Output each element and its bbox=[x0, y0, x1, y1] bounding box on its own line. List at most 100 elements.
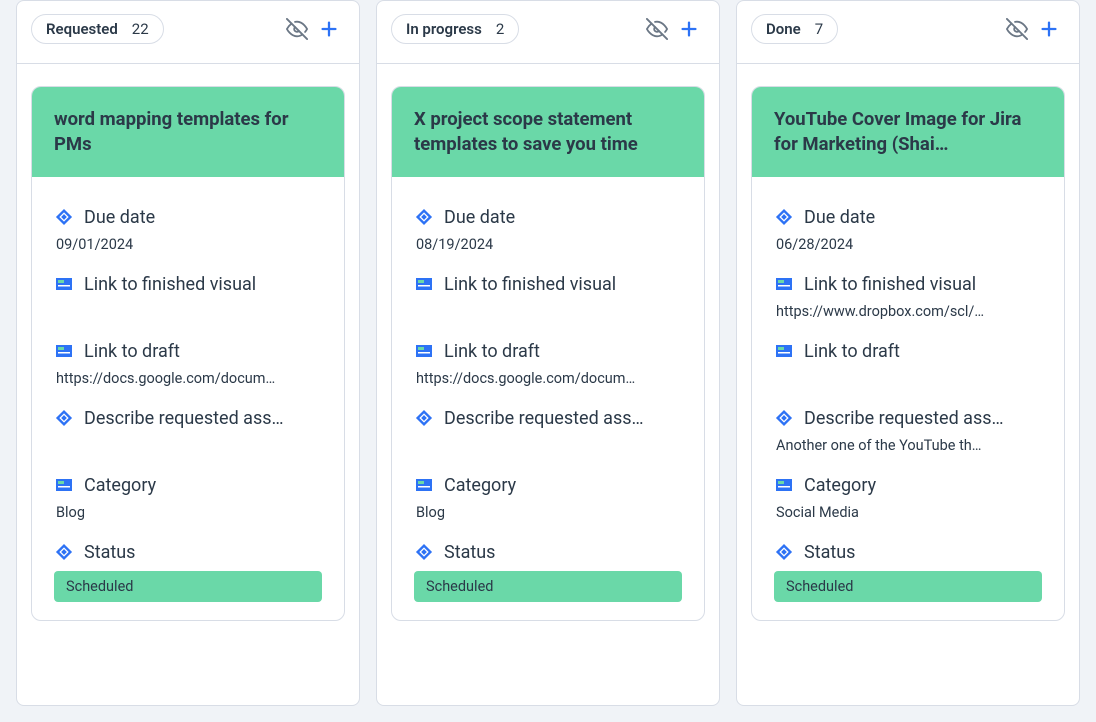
field-status: Status Scheduled bbox=[414, 542, 682, 602]
field-label: Link to finished visual bbox=[444, 274, 616, 295]
field-describe: Describe requested ass… bbox=[414, 408, 682, 455]
eye-off-icon bbox=[646, 18, 668, 40]
field-label: Due date bbox=[84, 207, 155, 228]
eye-off-icon bbox=[286, 18, 308, 40]
field-value-category: Blog bbox=[54, 504, 322, 522]
document-icon bbox=[54, 475, 74, 495]
field-link-draft: Link to draft bbox=[774, 341, 1042, 388]
document-icon bbox=[54, 274, 74, 294]
field-due-date: Due date 08/19/2024 bbox=[414, 207, 682, 254]
diamond-icon bbox=[54, 207, 74, 227]
field-due-date: Due date 06/28/2024 bbox=[774, 207, 1042, 254]
field-label: Status bbox=[84, 542, 135, 563]
field-label: Category bbox=[804, 475, 876, 496]
field-link-draft: Link to draft https://docs.google.com/do… bbox=[54, 341, 322, 388]
field-label: Describe requested ass… bbox=[84, 408, 284, 429]
field-value-category: Social Media bbox=[774, 504, 1042, 522]
column-name: Done bbox=[766, 20, 801, 38]
field-label: Describe requested ass… bbox=[444, 408, 644, 429]
field-due-date: Due date 09/01/2024 bbox=[54, 207, 322, 254]
diamond-icon bbox=[774, 408, 794, 428]
document-icon bbox=[774, 475, 794, 495]
card-title-bar: YouTube Cover Image for Jira for Marketi… bbox=[752, 87, 1064, 177]
field-label: Due date bbox=[444, 207, 515, 228]
card-body: Due date 06/28/2024 Link to finished vis… bbox=[752, 177, 1064, 620]
diamond-icon bbox=[414, 408, 434, 428]
add-card-button[interactable] bbox=[313, 13, 345, 45]
card-title: word mapping templates for PMs bbox=[54, 107, 322, 157]
field-status: Status Scheduled bbox=[54, 542, 322, 602]
add-card-button[interactable] bbox=[1033, 13, 1065, 45]
field-link-visual: Link to finished visual https://www.drop… bbox=[774, 274, 1042, 321]
field-value-link-visual bbox=[414, 303, 682, 321]
column-header: Requested 22 bbox=[17, 1, 359, 64]
card-title: YouTube Cover Image for Jira for Marketi… bbox=[774, 107, 1042, 157]
plus-icon bbox=[1038, 18, 1060, 40]
field-describe: Describe requested ass… bbox=[54, 408, 322, 455]
card[interactable]: word mapping templates for PMs Due date … bbox=[31, 86, 345, 621]
hide-column-button[interactable] bbox=[281, 13, 313, 45]
column-requested: Requested 22 word mapping templates for … bbox=[16, 0, 360, 706]
field-value-link-draft: https://docs.google.com/docum… bbox=[54, 370, 322, 388]
diamond-icon bbox=[54, 542, 74, 562]
field-link-draft: Link to draft https://docs.google.com/do… bbox=[414, 341, 682, 388]
card-title-bar: X project scope statement templates to s… bbox=[392, 87, 704, 177]
add-card-button[interactable] bbox=[673, 13, 705, 45]
document-icon bbox=[414, 475, 434, 495]
field-status: Status Scheduled bbox=[774, 542, 1042, 602]
field-label: Link to draft bbox=[84, 341, 180, 362]
field-label: Status bbox=[804, 542, 855, 563]
column-body: YouTube Cover Image for Jira for Marketi… bbox=[737, 64, 1079, 705]
field-value-describe: Another one of the YouTube th… bbox=[774, 437, 1042, 455]
card-title: X project scope statement templates to s… bbox=[414, 107, 682, 157]
field-label: Status bbox=[444, 542, 495, 563]
field-value-due-date: 08/19/2024 bbox=[414, 236, 682, 254]
column-pill-done[interactable]: Done 7 bbox=[751, 14, 838, 44]
field-label: Link to finished visual bbox=[804, 274, 976, 295]
field-value-due-date: 09/01/2024 bbox=[54, 236, 322, 254]
column-name: Requested bbox=[46, 20, 118, 38]
field-label: Category bbox=[84, 475, 156, 496]
field-value-describe bbox=[54, 437, 322, 455]
field-category: Category Blog bbox=[54, 475, 322, 522]
column-name: In progress bbox=[406, 20, 482, 38]
column-count: 7 bbox=[815, 20, 823, 38]
hide-column-button[interactable] bbox=[1001, 13, 1033, 45]
column-count: 2 bbox=[496, 20, 504, 38]
column-done: Done 7 YouTube Cover Image for Jira for … bbox=[736, 0, 1080, 706]
column-body: X project scope statement templates to s… bbox=[377, 64, 719, 705]
document-icon bbox=[54, 341, 74, 361]
status-badge: Scheduled bbox=[774, 571, 1042, 602]
document-icon bbox=[774, 274, 794, 294]
diamond-icon bbox=[774, 542, 794, 562]
diamond-icon bbox=[54, 408, 74, 428]
column-pill-requested[interactable]: Requested 22 bbox=[31, 14, 164, 44]
field-value-category: Blog bbox=[414, 504, 682, 522]
card-body: Due date 08/19/2024 Link to finished vis… bbox=[392, 177, 704, 620]
field-value-link-visual: https://www.dropbox.com/scl/… bbox=[774, 303, 1042, 321]
column-count: 22 bbox=[132, 20, 149, 38]
hide-column-button[interactable] bbox=[641, 13, 673, 45]
status-badge: Scheduled bbox=[414, 571, 682, 602]
card[interactable]: X project scope statement templates to s… bbox=[391, 86, 705, 621]
column-header: Done 7 bbox=[737, 1, 1079, 64]
card[interactable]: YouTube Cover Image for Jira for Marketi… bbox=[751, 86, 1065, 621]
document-icon bbox=[774, 341, 794, 361]
column-pill-in-progress[interactable]: In progress 2 bbox=[391, 14, 519, 44]
column-header: In progress 2 bbox=[377, 1, 719, 64]
document-icon bbox=[414, 341, 434, 361]
plus-icon bbox=[678, 18, 700, 40]
eye-off-icon bbox=[1006, 18, 1028, 40]
status-badge: Scheduled bbox=[54, 571, 322, 602]
field-label: Link to draft bbox=[444, 341, 540, 362]
diamond-icon bbox=[414, 542, 434, 562]
field-category: Category Blog bbox=[414, 475, 682, 522]
field-label: Category bbox=[444, 475, 516, 496]
field-label: Link to draft bbox=[804, 341, 900, 362]
document-icon bbox=[414, 274, 434, 294]
column-body: word mapping templates for PMs Due date … bbox=[17, 64, 359, 705]
field-label: Due date bbox=[804, 207, 875, 228]
diamond-icon bbox=[774, 207, 794, 227]
field-value-link-visual bbox=[54, 303, 322, 321]
column-in-progress: In progress 2 X project scope statement … bbox=[376, 0, 720, 706]
